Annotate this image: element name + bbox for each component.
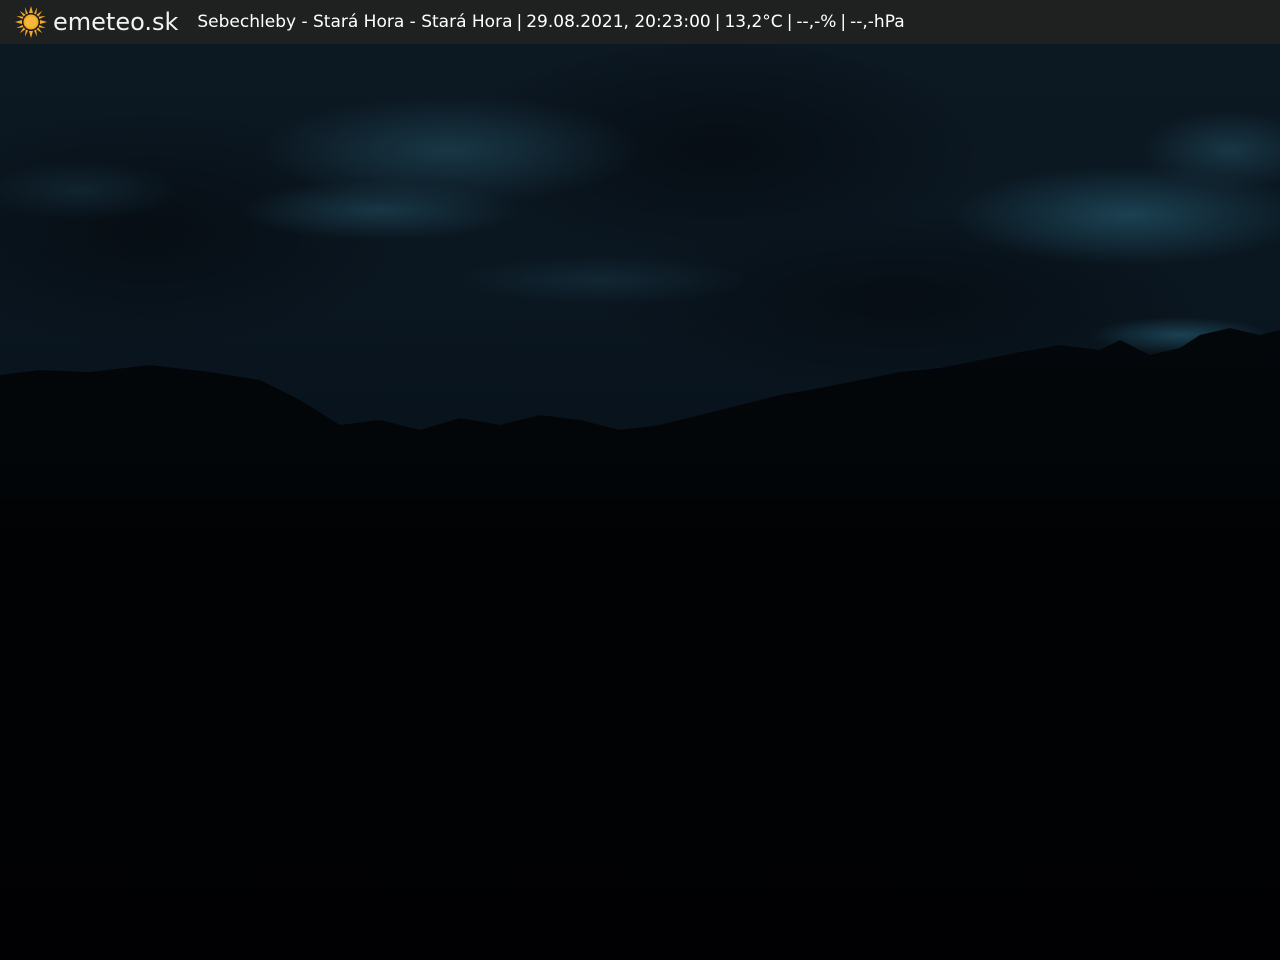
separator: | — [840, 12, 847, 32]
brand-name[interactable]: emeteo.sk — [53, 8, 178, 36]
separator: | — [516, 12, 523, 32]
temperature: 13,2°C — [724, 12, 783, 32]
station-name: Sebechleby - Stará Hora - Stará Hora — [197, 12, 513, 32]
sun-icon — [15, 6, 47, 38]
foreground — [0, 500, 1280, 960]
humidity: --,-% — [796, 12, 837, 32]
separator: | — [714, 12, 721, 32]
webcam-frame: emeteo.sk Sebechleby - Stará Hora - Star… — [0, 0, 1280, 960]
pressure: --,-hPa — [850, 12, 905, 32]
cloud-highlight — [240, 180, 520, 240]
separator: | — [786, 12, 793, 32]
info-bar: emeteo.sk Sebechleby - Stará Hora - Star… — [0, 0, 1280, 44]
station-caption: Sebechleby - Stará Hora - Stará Hora | 29.… — [197, 12, 904, 32]
cloud-highlight — [450, 255, 750, 305]
datetime: 29.08.2021, 20:23:00 — [526, 12, 711, 32]
webcam-image — [0, 0, 1280, 960]
